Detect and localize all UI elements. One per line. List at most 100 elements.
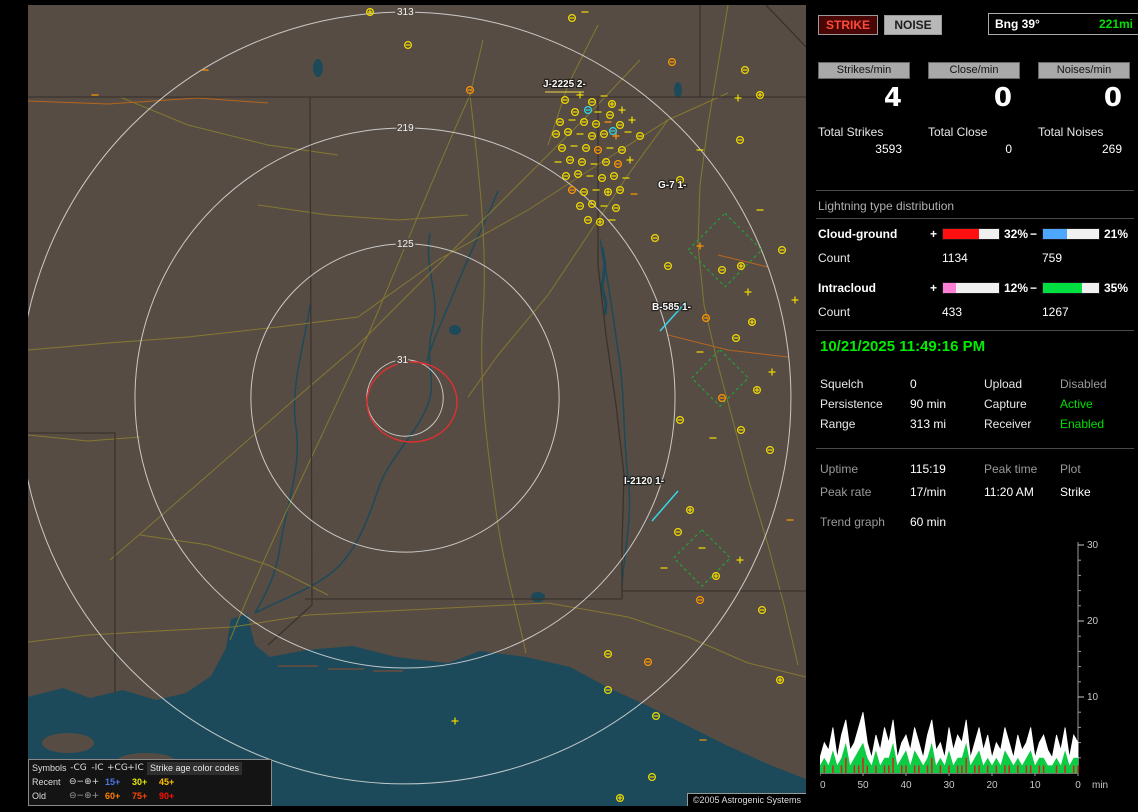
strike-symbol: [583, 216, 592, 225]
peak-time-value: 11:20 AM: [984, 485, 1034, 499]
strike-symbol: [613, 160, 622, 169]
lightning-map[interactable]: J-2225 2- G-7 1- B-585 1- I-2120 1- 313 219 12…: [28, 5, 806, 806]
strike-symbol: [555, 117, 564, 126]
strike-symbol: [717, 394, 726, 403]
divider: [816, 218, 1134, 219]
trend-graph-window: 60 min: [910, 515, 947, 529]
intracloud-count-row: Count 433 1267: [818, 305, 1136, 319]
bearing-box: Bng 39° 221mi: [988, 13, 1138, 35]
strike-symbol: [599, 129, 608, 138]
strikes-per-min-value: 4: [883, 83, 902, 113]
strike-symbol: [618, 106, 626, 114]
trend-row: Trend graph 60 min: [818, 515, 1136, 529]
strike-symbol: [736, 556, 744, 564]
strike-symbol: [711, 571, 720, 580]
uptime-row: Uptime 115:19 Peak time Plot: [818, 462, 1136, 476]
persistence-label: Persistence: [820, 397, 883, 411]
plot-label: Plot: [1060, 462, 1081, 476]
total-strikes-value: 3593: [875, 142, 902, 156]
persistence-row: Persistence 90 min Capture Active: [818, 397, 1136, 411]
ic-plus-bar: [942, 282, 1000, 294]
strike-symbol: [575, 202, 584, 211]
strike-symbol: [791, 296, 799, 304]
bearing-label: Bng 39°: [995, 17, 1040, 31]
ic-minus-count: 1267: [1042, 305, 1069, 319]
x-unit-label: min: [1092, 780, 1108, 791]
cg-plus-pct: 32%: [1004, 227, 1029, 241]
cg-minus-count: 759: [1042, 251, 1063, 265]
legend-old-row: Old ⊖−⊕+ 60+ 75+ 90+: [32, 789, 268, 803]
ic-plus-pct: 12%: [1004, 281, 1029, 295]
age-45: 45+: [159, 776, 175, 787]
storm-cell-label: B-585 1-: [652, 302, 691, 313]
cg-plus-count: 1134: [942, 251, 968, 265]
range-value: 313 mi: [910, 417, 947, 431]
storm-cell-label: J-2225 2-: [543, 79, 586, 90]
strike-symbol: [609, 172, 618, 181]
strikes-per-min-label: Strikes/min: [818, 62, 910, 79]
uptime-label: Uptime: [820, 462, 859, 476]
strike-symbol: [757, 605, 766, 614]
trend-graph: 10 20 30 60 50 40 30 20 10 0 min: [814, 538, 1132, 802]
ring-label-31: 31: [397, 355, 409, 366]
minus-sign: −: [1030, 281, 1038, 295]
storm-cell-label: G-7 1-: [658, 180, 686, 191]
strike-symbol: [466, 85, 475, 94]
strike-symbol: [607, 99, 616, 108]
intracloud-label: Intracloud: [818, 281, 877, 295]
strike-symbol: [551, 129, 560, 138]
range-label: Range: [820, 417, 856, 431]
total-close-value: 0: [1005, 142, 1012, 156]
receiver-label: Receiver: [984, 417, 1032, 431]
highways-orange: [28, 97, 789, 358]
legend-old-symbols: ⊖−⊕+: [69, 789, 99, 803]
strike-symbol: [628, 116, 636, 124]
legend-age-header: Strike age color codes: [147, 761, 243, 775]
age-75: 75+: [132, 790, 148, 801]
strike-symbol: [768, 368, 776, 376]
cg-minus-bar: [1042, 228, 1100, 240]
peak-rate-row: Peak rate 17/min 11:20 AM Strike: [818, 485, 1136, 499]
strike-symbol: [603, 649, 612, 658]
state-borders: [28, 5, 806, 693]
legend-old-label: Old: [32, 790, 47, 801]
strike-symbol: [615, 120, 624, 129]
uptime-value: 115:19: [910, 462, 946, 476]
noises-per-min-value: 0: [1103, 83, 1122, 113]
noise-button[interactable]: NOISE: [884, 15, 942, 35]
strike-symbol: [579, 188, 588, 197]
squelch-row: Squelch 0 Upload Disabled: [818, 377, 1136, 391]
ring-label-219: 219: [397, 123, 414, 134]
cloud-ground-count-row: Count 1134 759: [818, 251, 1136, 265]
legend-col-neg-ic: -IC: [91, 762, 104, 773]
bearing-range: 221mi: [1098, 17, 1133, 31]
intracloud-row: Intracloud + 12% − 35%: [818, 281, 1136, 295]
strike-symbol: [608, 126, 617, 135]
svg-text:0: 0: [1075, 780, 1081, 791]
strike-symbol: [685, 506, 694, 515]
range-ring-31: [366, 359, 444, 437]
age-60: 60+: [105, 790, 121, 801]
age-15: 15+: [105, 776, 121, 787]
legend-col-pos-ic: +IC: [127, 762, 144, 773]
strike-symbol: [565, 156, 574, 165]
strike-symbol: [650, 234, 659, 243]
minus-sign: −: [1030, 227, 1038, 241]
peak-rate-value: 17/min: [910, 485, 947, 499]
strike-symbol: [581, 144, 590, 153]
legend-col-pos-cg: +CG: [107, 762, 128, 773]
strike-button[interactable]: STRIKE: [818, 15, 878, 35]
count-label: Count: [818, 251, 851, 265]
cg-minus-pct: 21%: [1104, 227, 1129, 241]
cloud-ground-row: Cloud-ground + 32% − 21%: [818, 227, 1136, 241]
storm-cell-box: [687, 212, 763, 288]
ic-plus-count: 433: [942, 305, 963, 319]
plot-value: Strike: [1060, 485, 1091, 499]
range-ring-125: [250, 243, 560, 553]
plus-sign: +: [930, 281, 938, 295]
svg-text:10: 10: [1029, 780, 1041, 791]
plus-sign: +: [930, 227, 938, 241]
count-label: Count: [818, 305, 851, 319]
pos-ic-icon: +: [91, 777, 100, 787]
water-gulf: [28, 59, 806, 806]
